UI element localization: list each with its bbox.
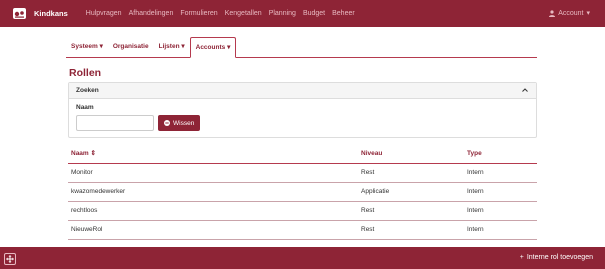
table-row[interactable]: Monitor Rest Intern: [68, 163, 537, 183]
nav-item-formulieren[interactable]: Formulieren: [180, 10, 217, 17]
table-row[interactable]: NieuweRol Rest Intern: [68, 220, 537, 240]
nav-item-budget[interactable]: Budget: [303, 10, 325, 17]
nav-item-afhandelingen[interactable]: Afhandelingen: [129, 10, 174, 17]
nav-item-hulpvragen[interactable]: Hulpvragen: [86, 10, 122, 17]
top-navbar: Kindkans Hulpvragen Afhandelingen Formul…: [0, 0, 605, 27]
cell-naam: Monitor: [68, 163, 358, 183]
cell-naam: kwazomedewerker: [68, 182, 358, 202]
caret-down-icon: ▾: [227, 44, 231, 51]
brand-name[interactable]: Kindkans: [34, 9, 68, 18]
roles-table: Naam ⇕ Niveau Type Monitor Rest Intern k…: [68, 144, 537, 240]
cell-niveau: Applicatie: [358, 182, 464, 202]
expand-button[interactable]: [4, 253, 16, 265]
search-panel-title: Zoeken: [76, 87, 99, 94]
cell-naam: rechtloos: [68, 201, 358, 221]
search-panel: Zoeken Naam Wissen: [68, 82, 537, 138]
cell-type: Intern: [464, 163, 537, 183]
cell-type: Intern: [464, 220, 537, 240]
tab-accounts[interactable]: Accounts ▾: [189, 37, 237, 58]
account-label: Account: [558, 9, 584, 17]
cell-niveau: Rest: [358, 201, 464, 221]
caret-down-icon: ▾: [99, 43, 103, 50]
move-arrows-icon: [6, 255, 14, 263]
nav-item-planning[interactable]: Planning: [269, 10, 296, 17]
tab-lijsten[interactable]: Lijsten ▾: [154, 37, 190, 57]
nav-item-kengetallen[interactable]: Kengetallen: [225, 10, 262, 17]
caret-down-icon: ▾: [586, 10, 590, 17]
cell-type: Intern: [464, 182, 537, 202]
table-row[interactable]: kwazomedewerker Applicatie Intern: [68, 182, 537, 202]
col-header-niveau: Niveau: [358, 144, 464, 164]
name-label: Naam: [76, 104, 94, 111]
page-title: Rollen: [69, 67, 102, 79]
kindkans-logo-icon[interactable]: [12, 8, 26, 20]
tab-bar: Systeem ▾ Organisatie Lijsten ▾ Accounts…: [66, 37, 537, 58]
clear-button[interactable]: Wissen: [158, 115, 201, 131]
col-header-type: Type: [464, 144, 537, 164]
nav-item-beheer[interactable]: Beheer: [332, 10, 355, 17]
name-search-input[interactable]: [76, 115, 154, 131]
caret-down-icon: ▾: [181, 43, 185, 50]
cell-naam: NieuweRol: [68, 220, 358, 240]
user-icon: [549, 9, 556, 17]
tab-systeem[interactable]: Systeem ▾: [66, 37, 108, 57]
table-header-row: Naam ⇕ Niveau Type: [68, 144, 537, 164]
main-nav: Hulpvragen Afhandelingen Formulieren Ken…: [86, 10, 355, 17]
cell-niveau: Rest: [358, 163, 464, 183]
minus-circle-icon: [164, 120, 170, 126]
chevron-up-icon[interactable]: [522, 87, 528, 94]
tab-organisatie[interactable]: Organisatie: [108, 37, 154, 57]
search-panel-header[interactable]: Zoeken: [69, 83, 536, 99]
table-row[interactable]: rechtloos Rest Intern: [68, 201, 537, 221]
sort-icon: ⇕: [90, 150, 96, 158]
account-menu[interactable]: Account ▾: [549, 9, 590, 17]
cell-type: Intern: [464, 201, 537, 221]
plus-icon: +: [519, 254, 524, 261]
cell-niveau: Rest: [358, 220, 464, 240]
col-header-naam[interactable]: Naam ⇕: [68, 144, 358, 164]
add-internal-role-button[interactable]: + Interne rol toevoegen: [520, 254, 593, 261]
bottom-action-bar: + Interne rol toevoegen: [0, 247, 605, 269]
